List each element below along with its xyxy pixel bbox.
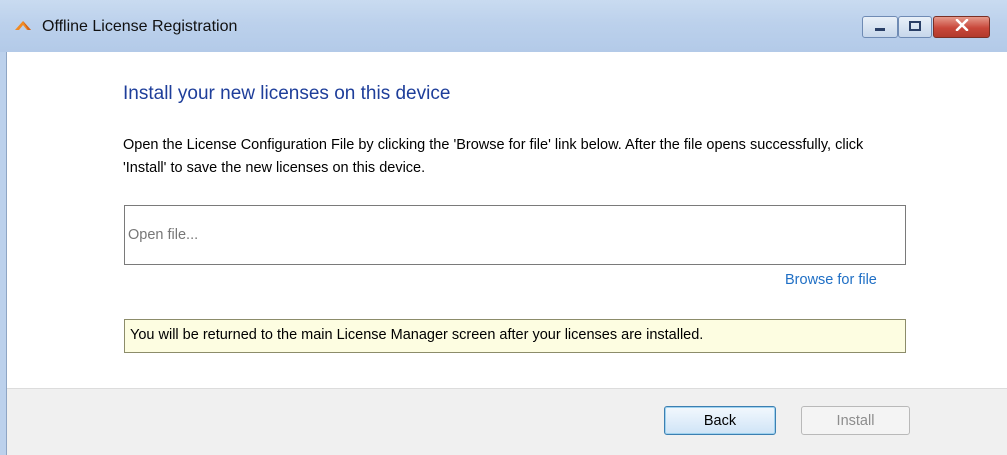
close-button[interactable] xyxy=(933,16,990,38)
maximize-icon xyxy=(909,18,921,36)
minimize-button[interactable] xyxy=(862,16,898,38)
open-file-input[interactable] xyxy=(125,206,905,264)
page-heading: Install your new licenses on this device xyxy=(123,83,451,104)
title-bar[interactable]: Offline License Registration xyxy=(0,0,1007,52)
info-note: You will be returned to the main License… xyxy=(124,319,906,353)
open-file-field[interactable] xyxy=(124,205,906,265)
back-button[interactable]: Back xyxy=(664,406,776,435)
install-button[interactable]: Install xyxy=(801,406,910,435)
instructions-text: Open the License Configuration File by c… xyxy=(123,137,864,176)
browse-for-file-link[interactable]: Browse for file xyxy=(785,272,877,288)
minimize-icon xyxy=(874,18,886,36)
maximize-button[interactable] xyxy=(898,16,932,38)
window-frame-left xyxy=(0,52,7,455)
offline-license-registration-window: Offline License Registration Install you… xyxy=(0,0,1007,455)
orange-arrow-logo-icon xyxy=(14,18,32,32)
dialog-content: Install your new licenses on this device… xyxy=(7,52,1007,388)
dialog-footer: Back Install xyxy=(7,388,1007,455)
window-title: Offline License Registration xyxy=(42,18,238,35)
close-icon xyxy=(955,18,969,36)
